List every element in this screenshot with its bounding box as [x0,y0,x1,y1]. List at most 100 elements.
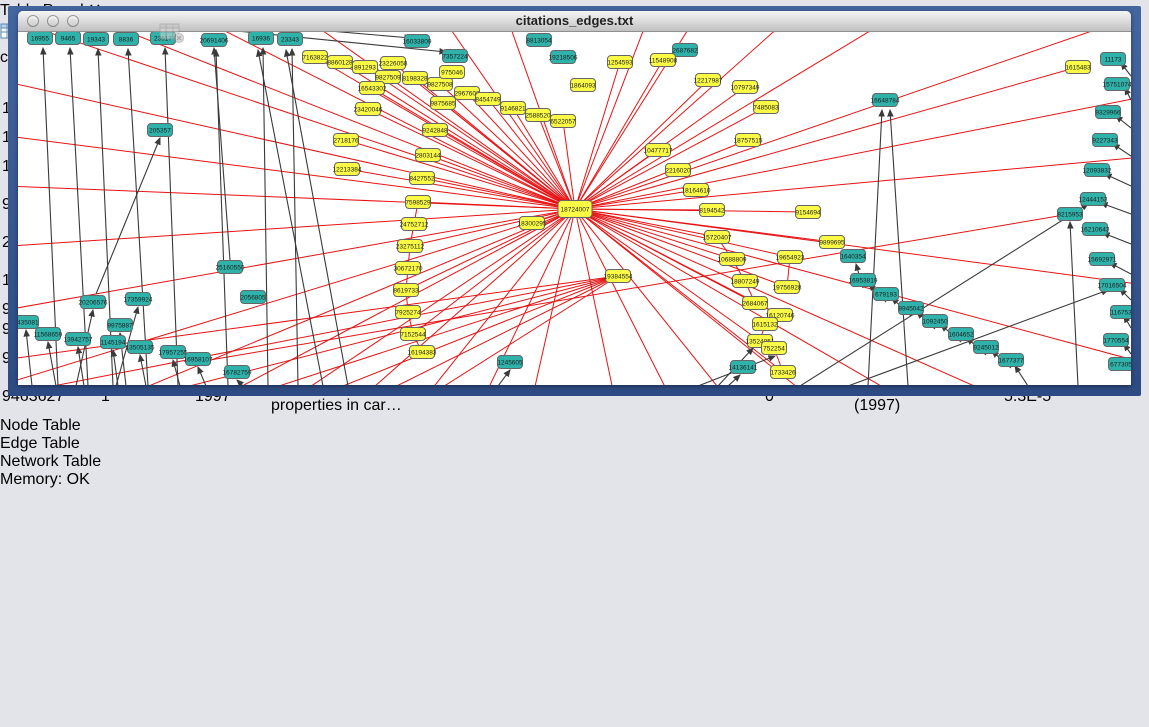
network-node[interactable]: 8945042 [898,302,924,315]
network-node[interactable]: 18807249 [731,275,760,288]
network-node[interactable]: 18757515 [734,134,763,147]
network-edge[interactable] [575,209,1131,372]
network-edge[interactable] [48,342,56,385]
network-node[interactable]: 9146821 [500,102,526,115]
network-node[interactable]: 7357224 [442,50,468,63]
network-node[interactable]: 8427552 [409,172,435,185]
network-node[interactable]: 16210643 [1081,223,1110,236]
network-node[interactable]: 9875685 [430,97,456,110]
network-edge[interactable] [18,209,575,252]
network-node[interactable]: 17016504 [1098,279,1127,292]
network-node[interactable]: 2056805 [240,291,266,304]
network-node[interactable]: 15692971 [1088,253,1117,266]
network-edge[interactable] [406,209,575,290]
network-node[interactable]: 677305 [1109,358,1132,371]
network-node[interactable]: 1145194 [101,336,126,349]
network-node[interactable]: 1770554 [1103,334,1129,347]
network-node[interactable]: 8860128 [327,56,353,69]
network-node[interactable]: 13505135 [126,341,155,354]
network-edge[interactable] [108,276,618,385]
network-node[interactable]: 16648784 [871,94,900,107]
network-edge[interactable] [98,49,113,385]
network-node[interactable]: 30672170 [394,262,423,275]
network-node[interactable]: 2718176 [333,134,359,147]
network-node[interactable]: 15720407 [703,231,732,244]
network-node[interactable]: 8836 [114,33,139,46]
network-edge[interactable] [140,355,146,385]
network-node[interactable]: 891293 [353,61,378,74]
network-node[interactable]: 14136141 [729,361,758,374]
tab-edge-table[interactable]: Edge Table [0,435,1149,453]
network-node[interactable]: 16033809 [403,35,432,48]
network-edge[interactable] [198,214,1070,362]
network-node[interactable]: 9242848 [422,124,448,137]
network-edge[interactable] [113,350,118,385]
network-edge[interactable] [198,367,206,385]
network-node[interactable]: 9227343 [1092,134,1118,147]
network-node[interactable]: 16958107 [184,353,213,366]
network-node[interactable]: 16543302 [358,82,387,95]
network-node[interactable]: 13942757 [64,333,93,346]
citation-network-graph[interactable]: 1695594651934388362361720691406169362334… [18,32,1131,385]
network-canvas[interactable]: 1695594651934388362361720691406169362334… [18,32,1131,385]
network-node[interactable]: 1733426 [770,366,796,379]
network-node[interactable]: 23275112 [396,240,425,253]
network-node[interactable]: 752254 [762,342,787,355]
network-node[interactable]: 9827508 [427,78,453,91]
network-edge[interactable] [728,375,740,385]
network-node[interactable]: 16782759 [223,366,252,379]
network-node[interactable]: 10688809 [718,253,747,266]
network-node[interactable]: 9154694 [795,206,821,219]
network-node[interactable]: 16955 [28,32,53,45]
tab-network-table[interactable]: Network Table [0,453,1149,471]
window-titlebar[interactable]: citations_edges.txt [18,11,1131,32]
network-edge[interactable] [800,204,1088,385]
network-edge[interactable] [575,209,717,237]
network-node[interactable]: 2803144 [415,149,441,162]
network-node[interactable]: 7485083 [753,101,779,114]
network-edge[interactable] [1015,366,1028,385]
network-node[interactable]: 1615483 [1065,61,1091,74]
network-node[interactable]: 23226058 [379,57,408,70]
network-node[interactable]: 1640354 [840,250,866,263]
network-node[interactable]: 12093832 [1083,164,1112,177]
network-node[interactable]: 19384554 [604,270,633,283]
network-node[interactable]: 19654923 [776,251,805,264]
network-node[interactable]: 20691406 [200,34,229,47]
network-node[interactable]: 11173 [1101,53,1126,66]
network-edge[interactable] [1101,203,1131,214]
network-edge[interactable] [575,32,718,209]
network-node[interactable]: 17359924 [124,293,153,306]
network-node[interactable]: 12217987 [694,74,723,87]
network-node[interactable]: 9975887 [107,319,133,332]
network-node[interactable]: 1092450 [922,315,948,328]
network-node[interactable]: 2216020 [665,164,691,177]
network-node[interactable]: 6522057 [550,115,576,128]
network-node[interactable]: 1604652 [948,328,974,341]
network-node[interactable]: 19218506 [549,51,578,64]
network-node[interactable]: 8198328 [402,72,428,85]
network-node[interactable]: 1435081 [18,316,39,329]
network-node[interactable]: 18300295 [518,217,547,230]
network-node[interactable]: 1254593 [607,56,633,69]
network-edge[interactable] [173,360,180,385]
network-node[interactable]: 7163822 [302,51,328,64]
network-node[interactable]: 7152544 [400,328,426,341]
network-node[interactable]: 1677377 [998,354,1024,367]
network-edge[interactable] [128,49,148,385]
network-node[interactable]: 8813054 [526,34,552,47]
network-node[interactable]: 8194542 [699,204,725,217]
network-node[interactable]: 23343 [278,33,303,46]
network-node[interactable]: 18164610 [682,184,711,197]
network-node[interactable]: 7925274 [395,306,421,319]
network-node[interactable]: 16936 [249,32,274,45]
network-node[interactable]: 24752712 [400,218,429,231]
network-node[interactable]: 11548908 [649,54,678,67]
network-node[interactable]: 2588520 [525,109,551,122]
network-node[interactable]: 1167533 [1111,306,1132,319]
network-node[interactable]: 1245605 [497,356,523,369]
network-node[interactable]: 25160550 [216,261,245,274]
network-node[interactable]: 1864093 [570,79,596,92]
network-node[interactable]: 16194383 [408,346,437,359]
network-node[interactable]: 9245012 [973,341,999,354]
